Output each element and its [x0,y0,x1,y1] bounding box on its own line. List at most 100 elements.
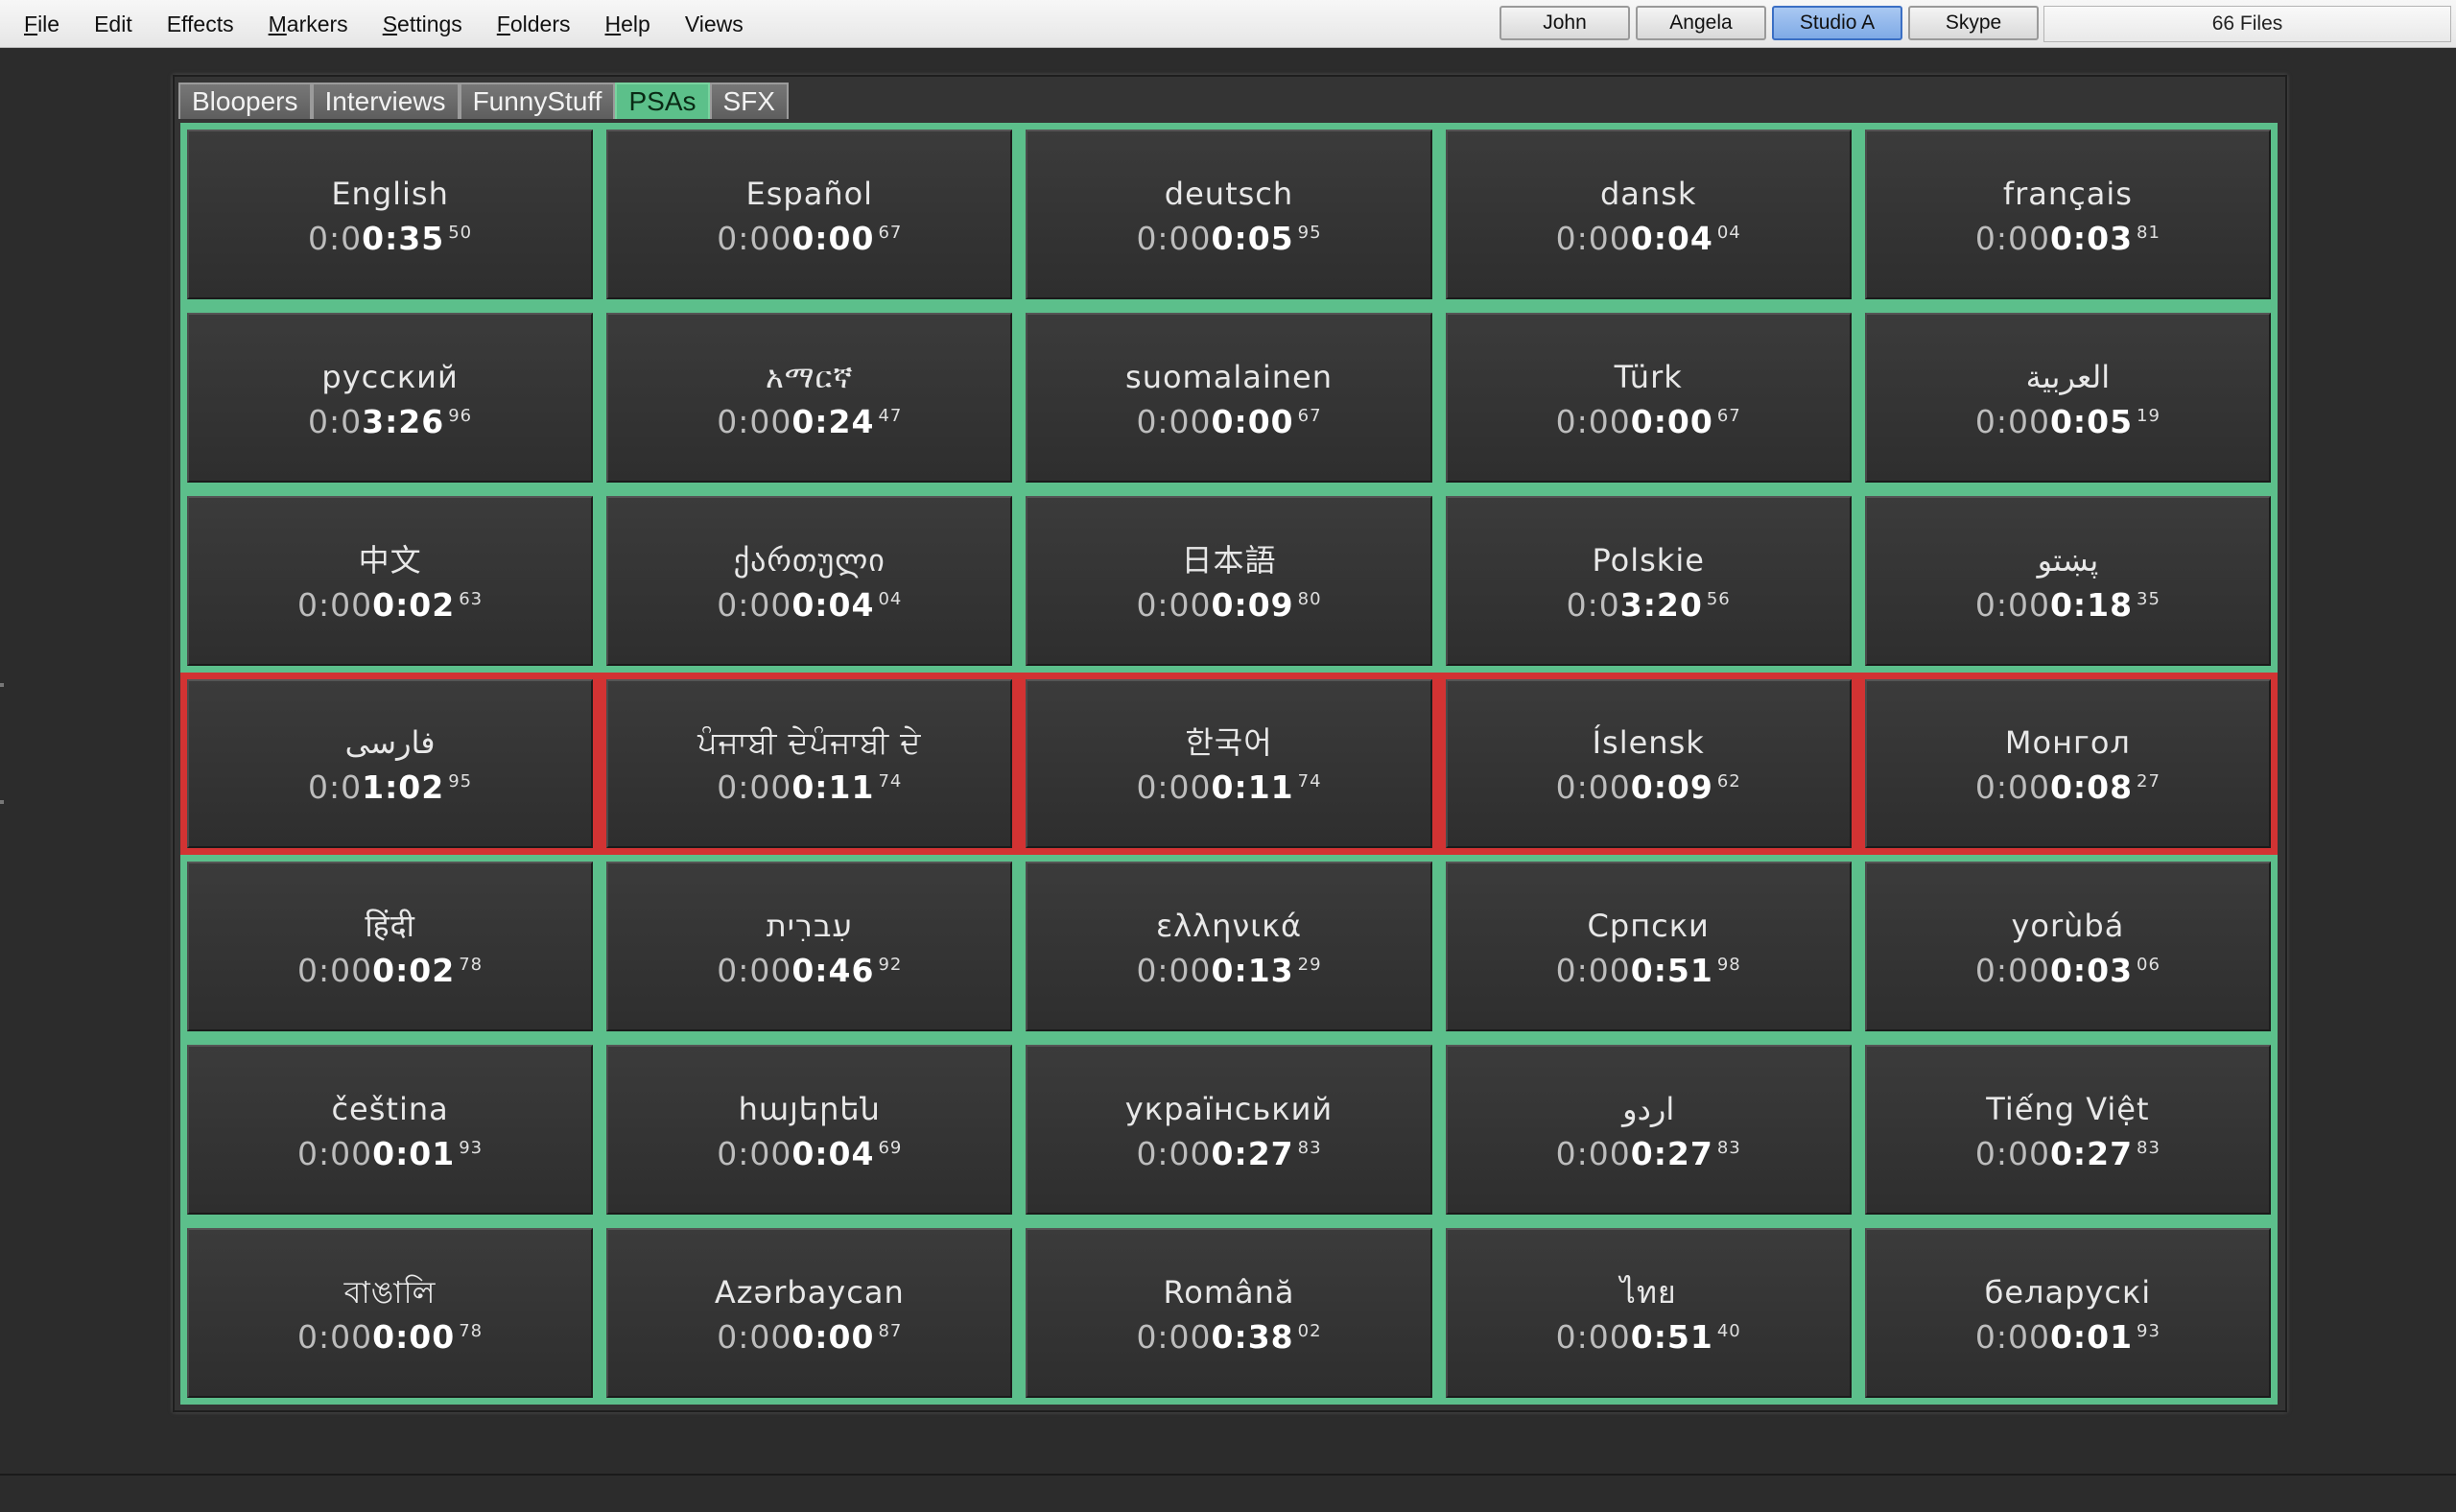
cart-button[interactable]: Türk 0:000:00 67 [1445,312,1852,483]
cart-button[interactable]: ελληνικά 0:000:13 29 [1026,862,1432,1032]
menu-help[interactable]: Help [605,12,650,37]
cart-title: yorùbá [2011,908,2125,945]
cart-button[interactable]: Español 0:000:00 67 [606,130,1013,299]
cart-button[interactable]: עִברִית 0:000:46 92 [606,862,1013,1032]
cart-button[interactable]: 日本語 0:000:09 80 [1026,495,1432,666]
cart-button[interactable]: Polskie 0:03:20 56 [1445,495,1852,666]
duration-leading: 0:00 [1136,402,1212,440]
cart-title: فارسی [344,724,436,762]
duration-leading: 0:00 [297,952,373,990]
tab-sfx[interactable]: SFX [709,83,789,119]
cart-cell: Română 0:000:38 02 [1019,1221,1439,1405]
cart-button[interactable]: বাঙালি 0:000:00 78 [187,1228,594,1398]
edge-marker [0,683,4,687]
cart-button[interactable]: yorùbá 0:000:03 06 [1864,862,2271,1032]
duration-hundredths: 06 [2137,955,2161,976]
duration-hundredths: 87 [878,1321,903,1342]
menu-label-rest: elp [621,11,650,36]
cart-duration: 0:000:04 04 [717,586,902,624]
duration-main: 3:20 [1619,585,1703,624]
duration-leading: 0:00 [717,952,792,990]
cart-button[interactable]: deutsch 0:000:05 95 [1026,130,1432,299]
cart-button[interactable]: ქართული 0:000:04 04 [606,495,1013,666]
duration-leading: 0:00 [1974,219,2050,257]
duration-leading: 0:00 [1555,1135,1631,1173]
duration-main: 0:03 [2049,952,2134,990]
cart-cell: dansk 0:000:04 04 [1438,123,1858,306]
cart-cell: فارسی 0:01:02 95 [180,672,601,856]
cart-button[interactable]: اردو 0:000:27 83 [1445,1045,1852,1216]
cart-button[interactable]: український 0:000:27 83 [1026,1045,1432,1216]
cart-button[interactable]: Română 0:000:38 02 [1026,1228,1432,1398]
menu-edit[interactable]: Edit [94,12,132,37]
menu-settings[interactable]: Settings [383,12,462,37]
duration-main: 0:00 [372,1318,456,1357]
cart-title: پښتو [2037,541,2099,579]
cart-button[interactable]: français 0:000:03 81 [1864,130,2271,299]
cart-button[interactable]: አማርኛ 0:000:24 47 [606,312,1013,483]
cart-button[interactable]: русский 0:03:26 96 [187,312,594,483]
cart-title: العربية [2025,358,2111,395]
tab-bloopers[interactable]: Bloopers [178,83,312,119]
cart-cell: עִברִית 0:000:46 92 [600,855,1020,1039]
menu-views[interactable]: Views [685,12,744,37]
menu-folders[interactable]: Folders [497,12,571,37]
duration-main: 0:09 [1211,585,1294,624]
cart-button[interactable]: Tiếng Việt 0:000:27 83 [1864,1045,2271,1216]
user-button-angela[interactable]: Angela [1636,6,1766,40]
duration-leading: 0:00 [1555,1318,1631,1357]
duration-leading: 0:00 [1136,1318,1212,1357]
cart-button[interactable]: Монгол 0:000:08 27 [1864,678,2271,849]
cart-cell: yorùbá 0:000:03 06 [1857,855,2278,1039]
cart-button[interactable]: پښتو 0:000:18 35 [1864,495,2271,666]
tab-funnystuff[interactable]: FunnyStuff [459,83,616,119]
duration-main: 0:27 [1630,1135,1713,1173]
cart-button[interactable]: հայերեն 0:000:04 69 [606,1045,1013,1216]
duration-leading: 0:00 [297,585,373,624]
cart-cell: پښتو 0:000:18 35 [1857,488,2278,673]
user-button-skype[interactable]: Skype [1908,6,2039,40]
cart-button[interactable]: Српски 0:000:51 98 [1445,862,1852,1032]
user-button-studio-a[interactable]: Studio A [1772,6,1902,40]
cart-duration: 0:000:13 29 [1136,952,1321,989]
cart-button[interactable]: čeština 0:000:01 93 [187,1045,594,1216]
cart-button[interactable]: беларускі 0:000:01 93 [1864,1228,2271,1398]
cart-title: বাঙালি [343,1274,437,1311]
cart-button[interactable]: हिंदी 0:000:02 78 [187,862,594,1032]
cart-duration: 0:000:08 27 [1975,768,2161,806]
duration-hundredths: 63 [459,588,484,609]
menu-markers[interactable]: Markers [269,12,348,37]
menu-effects[interactable]: Effects [167,12,234,37]
cart-button[interactable]: English 0:00:35 50 [187,130,594,299]
cart-button[interactable]: Azərbaycan 0:000:00 87 [606,1228,1013,1398]
files-count: 66 Files [2043,6,2451,42]
duration-leading: 0:00 [1136,585,1212,624]
cart-title: Polskie [1592,541,1705,579]
cart-button[interactable]: Íslensk 0:000:09 62 [1445,678,1852,849]
duration-leading: 0:00 [1974,1318,2050,1357]
cart-button[interactable]: ਪੰਜਾਬੀ ਦੇਪੰਜਾਬੀ ਦੇ 0:000:11 74 [606,678,1013,849]
cart-duration: 0:000:05 19 [1975,403,2161,440]
duration-main: 0:00 [1211,402,1294,440]
duration-hundredths: 04 [878,588,903,609]
duration-hundredths: 50 [448,222,473,243]
cart-button[interactable]: 中文 0:000:02 63 [187,495,594,666]
menu-label-rest: ettings [397,11,462,36]
duration-main: 3:26 [362,402,445,440]
cart-title: עִברִית [766,908,853,945]
tab-interviews[interactable]: Interviews [311,83,460,119]
cart-button[interactable]: dansk 0:000:04 04 [1445,130,1852,299]
tab-psas[interactable]: PSAs [615,83,710,119]
cart-cell: 한국어 0:000:11 74 [1019,672,1439,856]
duration-hundredths: 74 [878,771,903,792]
user-button-john[interactable]: John [1500,6,1630,40]
cart-button[interactable]: suomalainen 0:000:00 67 [1026,312,1432,483]
cart-button[interactable]: 한국어 0:000:11 74 [1026,678,1432,849]
cart-button[interactable]: العربية 0:000:05 19 [1864,312,2271,483]
cart-button[interactable]: فارسی 0:01:02 95 [187,678,594,849]
duration-main: 0:02 [372,952,456,990]
menu-file[interactable]: File [24,12,59,37]
menu-mnemonic: F [496,11,510,36]
duration-main: 0:11 [791,768,875,807]
cart-button[interactable]: ไทย 0:000:51 40 [1445,1228,1852,1398]
